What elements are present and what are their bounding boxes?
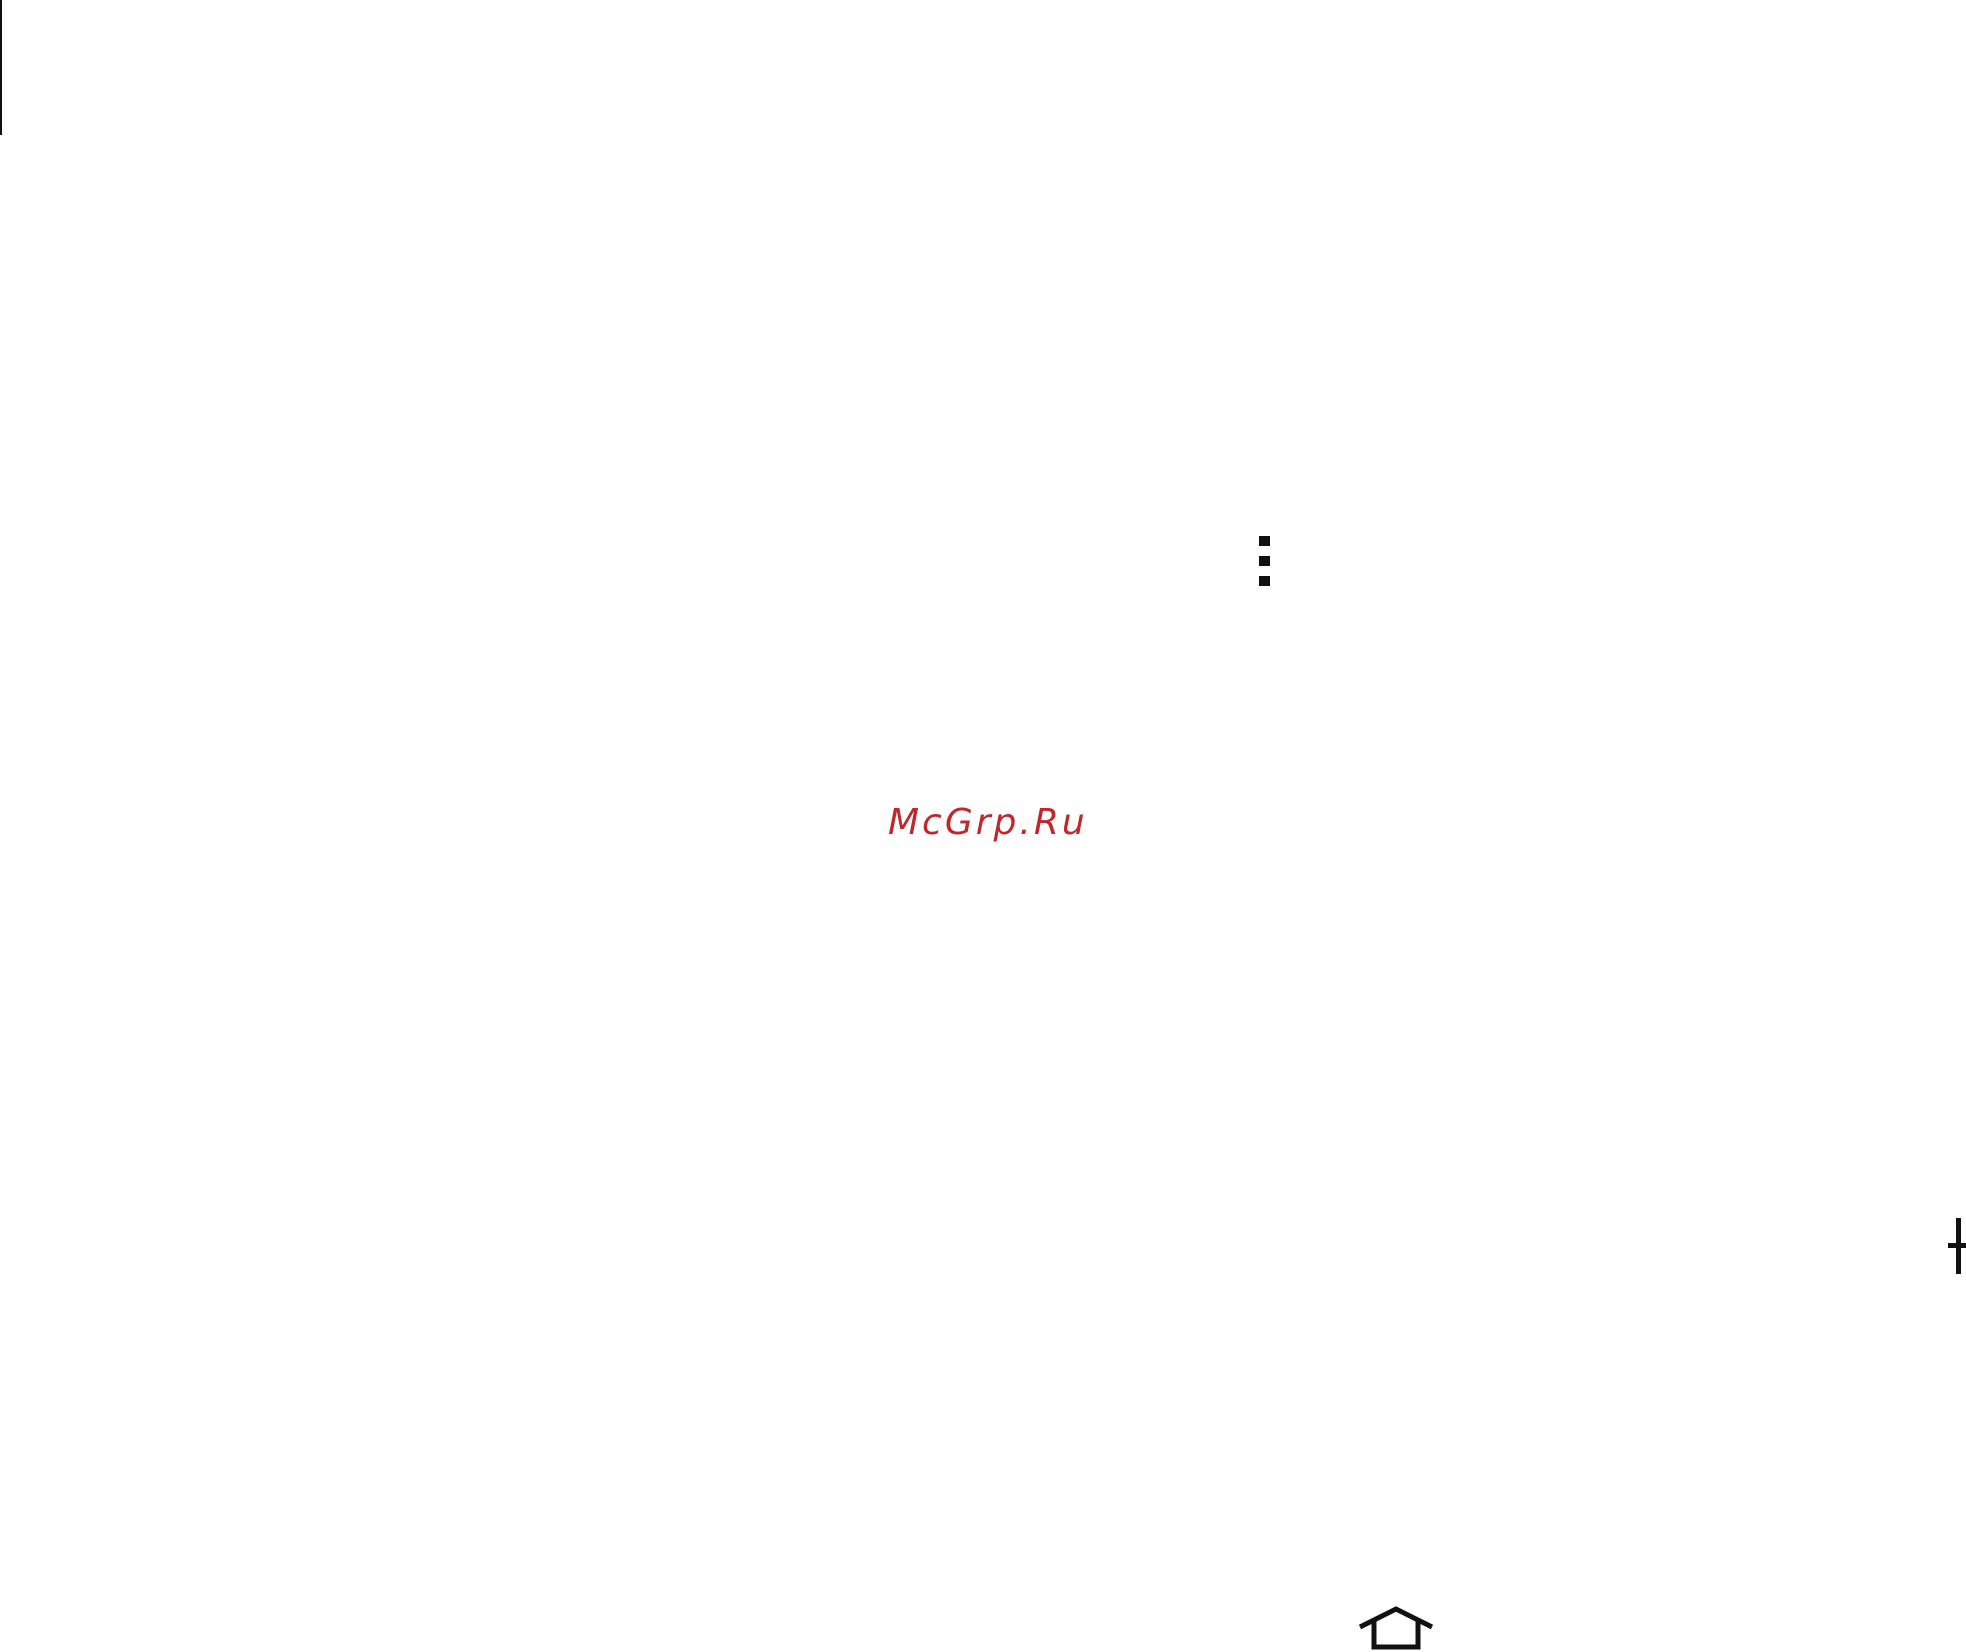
watermark-text: McGrp.Ru [888,802,1088,843]
home-icon[interactable] [1356,1603,1436,1652]
more-options-icon[interactable] [1252,533,1278,589]
plus-icon[interactable] [1948,1218,1966,1274]
page-edge-line [0,0,2,135]
